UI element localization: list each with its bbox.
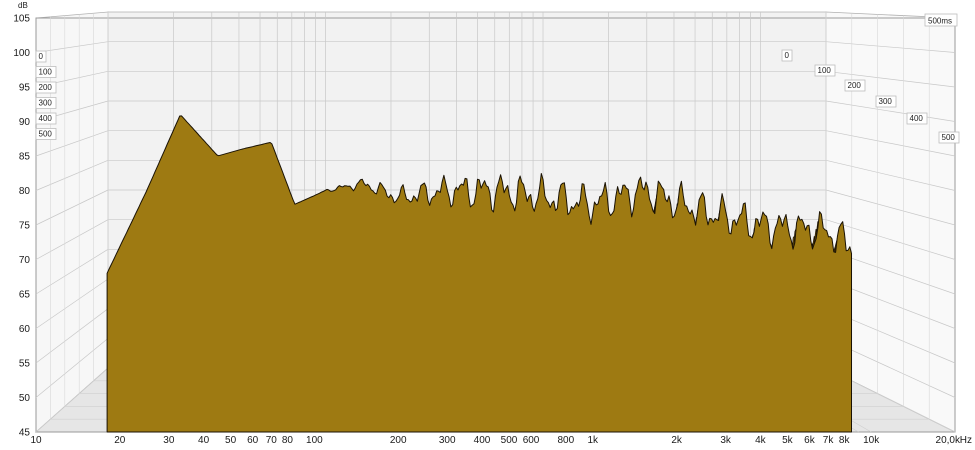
x-tick-label: 10: [30, 435, 42, 446]
y-axis-unit: dB: [18, 1, 28, 10]
x-tick-label: 600: [523, 435, 540, 446]
time-label-right: 400: [910, 114, 924, 123]
x-tick-label: 60: [247, 435, 259, 446]
x-tick-label: 20,0k: [936, 435, 961, 446]
time-label-left: 500: [39, 130, 53, 139]
x-tick-label: 5k: [782, 435, 794, 446]
y-tick-label: 55: [19, 359, 31, 370]
time-label-right: 0: [785, 51, 790, 60]
y-tick-label: 70: [19, 255, 31, 266]
y-tick-label: 90: [19, 117, 31, 128]
x-tick-label: 80: [282, 435, 294, 446]
y-tick-label: 80: [19, 186, 31, 197]
x-tick-label: 3k: [720, 435, 732, 446]
x-tick-label: 300: [439, 435, 456, 446]
x-tick-label: 10k: [863, 435, 880, 446]
x-tick-label: 1k: [588, 435, 600, 446]
y-tick-label: 105: [13, 14, 30, 25]
y-tick-label: 100: [13, 48, 30, 59]
x-tick-label: 200: [390, 435, 407, 446]
y-tick-label: 95: [19, 83, 31, 94]
x-tick-label: 7k: [823, 435, 835, 446]
time-max-label: 500ms: [928, 17, 952, 26]
x-tick-label: 2k: [671, 435, 683, 446]
time-label-left: 100: [39, 68, 53, 77]
time-label-right: 500: [942, 133, 956, 142]
time-label-left: 200: [39, 83, 53, 92]
time-label-right: 100: [818, 66, 832, 75]
x-tick-label: 100: [306, 435, 323, 446]
y-tick-label: 60: [19, 324, 31, 335]
y-tick-label: 65: [19, 290, 31, 301]
y-tick-label: 85: [19, 152, 31, 163]
x-tick-label: 6k: [804, 435, 816, 446]
x-tick-label: 800: [557, 435, 574, 446]
y-tick-label: 75: [19, 221, 31, 232]
x-axis: 10 20 30 40 50 60 70 80 100 200 300 400 500 600 800 1k 2…: [30, 435, 972, 446]
x-tick-label: 4k: [755, 435, 767, 446]
time-label-left: 0: [39, 52, 44, 61]
x-tick-label: 70: [266, 435, 278, 446]
x-tick-label: 40: [198, 435, 210, 446]
x-tick-label: 20: [114, 435, 126, 446]
y-tick-label: 50: [19, 393, 31, 404]
x-tick-label: 8k: [839, 435, 851, 446]
x-tick-label: 30: [163, 435, 175, 446]
waterfall-chart: 0 100 200 300 400 500 0 100 200 300 400 500 500ms 10…: [0, 0, 975, 450]
time-label-left: 400: [39, 114, 53, 123]
x-tick-label: 50: [225, 435, 237, 446]
x-axis-unit: Hz: [960, 435, 972, 446]
x-tick-label: 500: [501, 435, 518, 446]
time-label-right: 300: [879, 97, 893, 106]
time-label-left: 300: [39, 99, 53, 108]
y-tick-label: 45: [19, 428, 31, 439]
time-label-right: 200: [848, 81, 862, 90]
x-tick-label: 400: [474, 435, 491, 446]
